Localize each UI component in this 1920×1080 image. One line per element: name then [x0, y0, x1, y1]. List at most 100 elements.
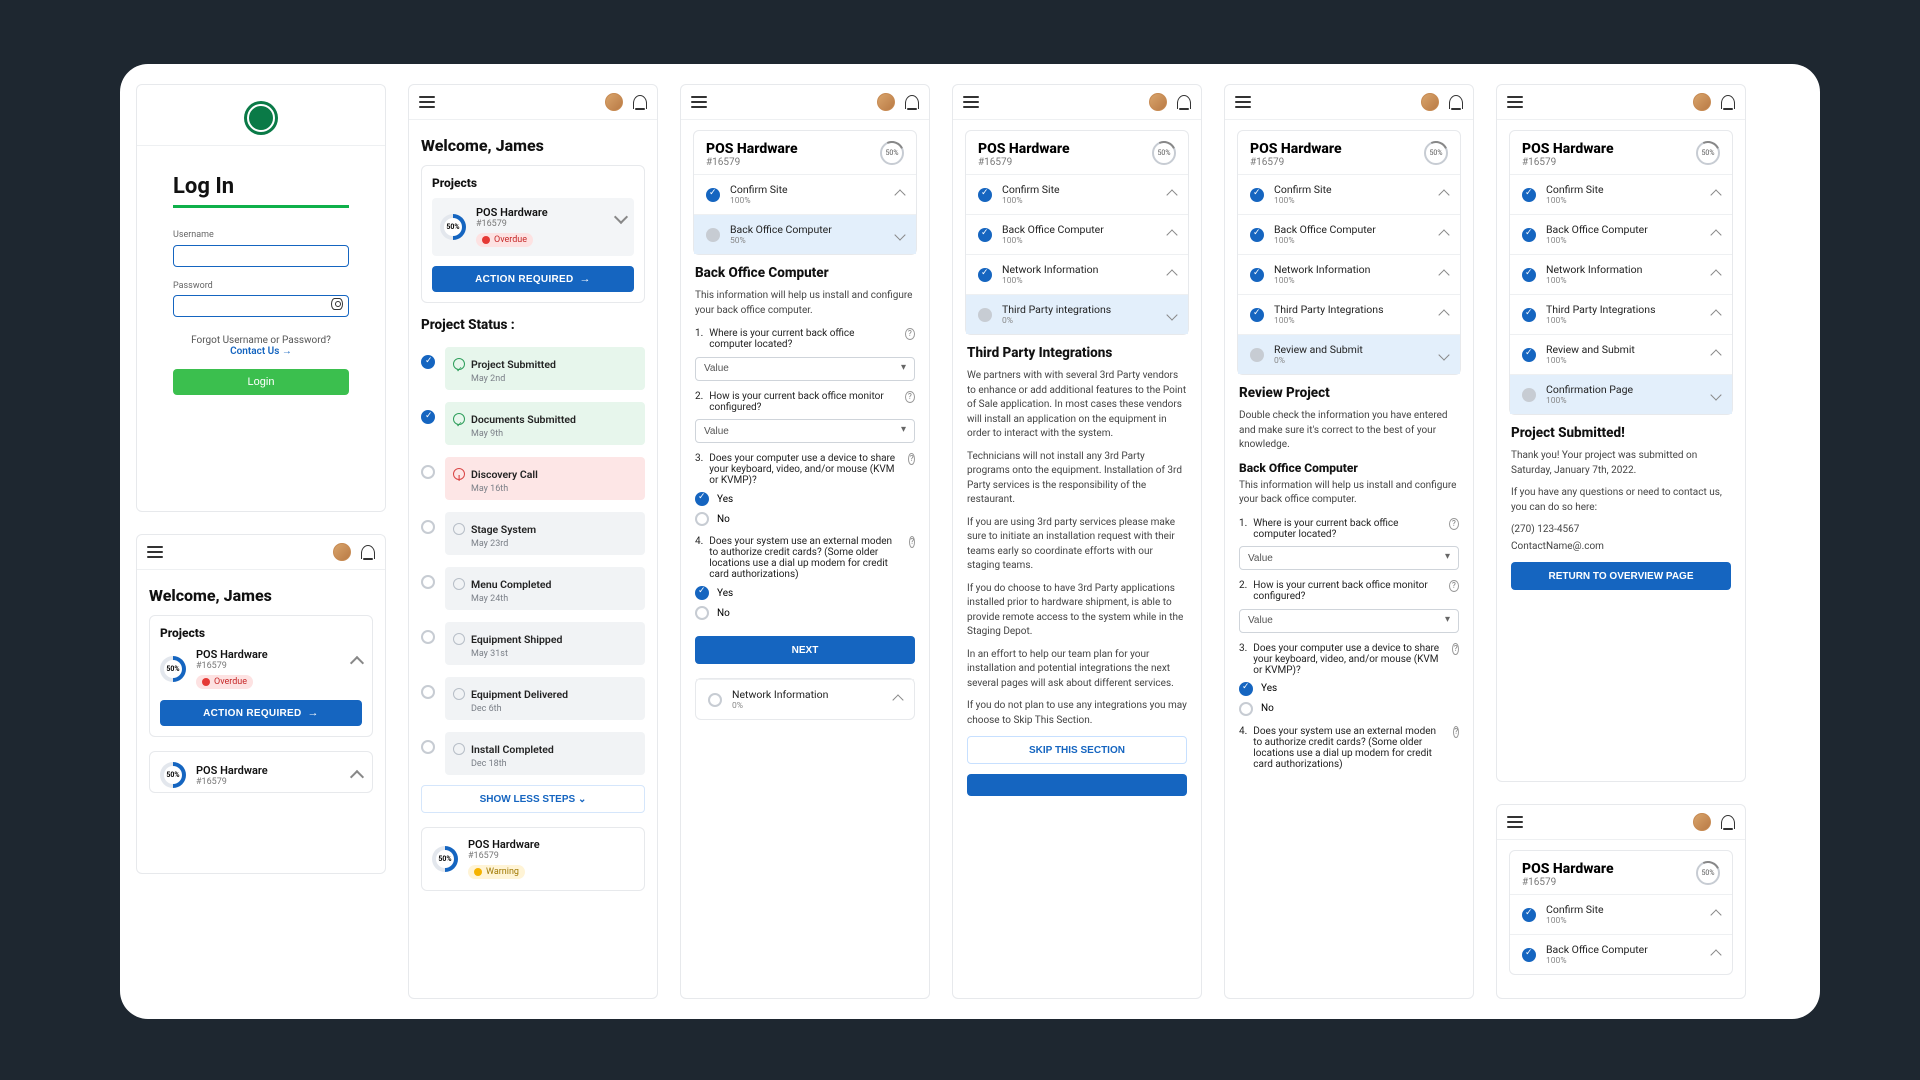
- project-name: POS Hardware: [196, 648, 268, 661]
- avatar[interactable]: [877, 93, 895, 111]
- status-step: Install CompletedDec 18th: [421, 726, 645, 781]
- help-icon[interactable]: ?: [909, 536, 915, 548]
- welcome-heading: Welcome, James: [421, 136, 645, 155]
- project-status-header: Project Status :: [421, 317, 645, 333]
- acc-back-office[interactable]: Back Office Computer100%: [966, 214, 1188, 254]
- return-overview-button[interactable]: RETURN TO OVERVIEW PAGE: [1511, 562, 1731, 590]
- acc-review[interactable]: Review and Submit0%: [1238, 334, 1460, 374]
- question-4: 4.Does your system use an external moden…: [695, 536, 915, 580]
- q2-select[interactable]: Value: [695, 419, 915, 443]
- project-row-warning[interactable]: 50% POS Hardware #16579 Warning: [432, 838, 634, 880]
- step-chip: Documents SubmittedMay 9th: [445, 402, 645, 445]
- avatar[interactable]: [1693, 813, 1711, 831]
- acc-network-info[interactable]: Network Information100%: [1238, 254, 1460, 294]
- step-chip: Stage SystemMay 23rd: [445, 512, 645, 555]
- help-icon[interactable]: ?: [1449, 580, 1459, 592]
- continue-button[interactable]: [967, 774, 1187, 796]
- bell-icon[interactable]: [1721, 95, 1735, 109]
- section-intro: This information will help us install an…: [695, 289, 915, 318]
- step-chip: Install CompletedDec 18th: [445, 732, 645, 775]
- contact-link[interactable]: Contact Us →: [173, 346, 349, 357]
- next-button[interactable]: NEXT: [695, 636, 915, 664]
- acc-confirm-site[interactable]: Confirm Site100%: [694, 174, 916, 214]
- action-required-button[interactable]: ACTION REQUIRED: [432, 266, 634, 292]
- step-dot-icon: [421, 465, 435, 479]
- bell-icon[interactable]: [905, 95, 919, 109]
- help-icon[interactable]: ?: [1452, 643, 1459, 655]
- acc-back-office[interactable]: Back Office Computer100%: [1510, 214, 1732, 254]
- password-input[interactable]: [173, 295, 349, 317]
- acc-confirm-site[interactable]: Confirm Site100%: [1510, 174, 1732, 214]
- forgot-link[interactable]: Forgot Username or Password?: [173, 335, 349, 346]
- submitted-screen: POS Hardware#16579 50% Confirm Site100% …: [1496, 84, 1746, 782]
- help-icon[interactable]: ?: [905, 328, 915, 340]
- menu-icon[interactable]: [419, 96, 435, 108]
- review-q1-select[interactable]: Value: [1239, 546, 1459, 570]
- acc-network-info[interactable]: Network Information100%: [1510, 254, 1732, 294]
- help-icon[interactable]: ?: [905, 391, 915, 403]
- brand-header: [137, 85, 385, 146]
- acc-tpi[interactable]: Third Party Integrations100%: [1238, 294, 1460, 334]
- bell-icon[interactable]: [361, 545, 375, 559]
- bell-icon[interactable]: [1721, 815, 1735, 829]
- avatar[interactable]: [333, 543, 351, 561]
- q3-yes[interactable]: Yes: [695, 492, 915, 506]
- chevron-down-icon: [614, 210, 628, 224]
- welcome-screen-collapsed: Welcome, James Projects 50% POS Hardware…: [136, 534, 386, 874]
- boc-form-screen: POS Hardware #16579 50% Confirm Site100%…: [680, 84, 930, 999]
- acc-tpi[interactable]: Third Party integrations0%: [966, 294, 1188, 334]
- menu-icon[interactable]: [147, 546, 163, 558]
- menu-icon[interactable]: [1507, 96, 1523, 108]
- step-state-icon: [453, 413, 465, 425]
- q3-no[interactable]: No: [695, 512, 915, 526]
- project-row-expanded[interactable]: 50% POS Hardware #16579 Overdue: [440, 206, 626, 248]
- acc-tpi[interactable]: Third Party Integrations100%: [1510, 294, 1732, 334]
- bell-icon[interactable]: [1177, 95, 1191, 109]
- avatar[interactable]: [1149, 93, 1167, 111]
- q4-no[interactable]: No: [695, 606, 915, 620]
- review-q3-no[interactable]: No: [1239, 702, 1459, 716]
- step-chip: Project SubmittedMay 2nd: [445, 347, 645, 390]
- avatar[interactable]: [605, 93, 623, 111]
- acc-confirmation[interactable]: Confirmation Page100%: [1510, 374, 1732, 414]
- avatar[interactable]: [1421, 93, 1439, 111]
- username-input[interactable]: [173, 245, 349, 267]
- status-step: Equipment ShippedMay 31st: [421, 616, 645, 671]
- bell-icon[interactable]: [633, 95, 647, 109]
- acc-confirm-site[interactable]: Confirm Site100%: [1510, 894, 1732, 934]
- menu-icon[interactable]: [963, 96, 979, 108]
- menu-icon[interactable]: [1235, 96, 1251, 108]
- help-icon[interactable]: ?: [1449, 518, 1459, 530]
- project-row-2[interactable]: 50% POS Hardware #16579: [160, 762, 362, 788]
- step-dot-icon: [421, 410, 435, 424]
- avatar[interactable]: [1693, 93, 1711, 111]
- bell-icon[interactable]: [1449, 95, 1463, 109]
- acc-confirm-site[interactable]: Confirm Site100%: [1238, 174, 1460, 214]
- help-icon[interactable]: ?: [908, 453, 915, 465]
- acc-back-office[interactable]: Back Office Computer50%: [694, 214, 916, 254]
- review-q2-select[interactable]: Value: [1239, 609, 1459, 633]
- project-row[interactable]: 50% POS Hardware #16579 Overdue: [160, 648, 362, 690]
- step-state-icon: [453, 468, 465, 480]
- login-button[interactable]: Login: [173, 369, 349, 395]
- acc-back-office[interactable]: Back Office Computer100%: [1510, 934, 1732, 974]
- eye-icon[interactable]: [331, 298, 343, 310]
- acc-review[interactable]: Review and Submit100%: [1510, 334, 1732, 374]
- q1-select[interactable]: Value: [695, 357, 915, 381]
- menu-icon[interactable]: [1507, 816, 1523, 828]
- q4-yes[interactable]: Yes: [695, 586, 915, 600]
- acc-confirm-site[interactable]: Confirm Site100%: [966, 174, 1188, 214]
- skip-section-button[interactable]: SKIP THIS SECTION: [967, 736, 1187, 764]
- help-icon[interactable]: ?: [1453, 726, 1459, 738]
- menu-icon[interactable]: [691, 96, 707, 108]
- review-q3-yes[interactable]: Yes: [1239, 682, 1459, 696]
- acc-network-info[interactable]: Network Information100%: [966, 254, 1188, 294]
- show-less-button[interactable]: SHOW LESS STEPS ⌄: [421, 785, 645, 813]
- acc-back-office[interactable]: Back Office Computer100%: [1238, 214, 1460, 254]
- username-label: Username: [173, 230, 349, 240]
- section-heading: Review Project: [1239, 385, 1459, 401]
- step-dot-icon: [421, 355, 435, 369]
- acc-network-info[interactable]: Network Information0%: [696, 679, 914, 719]
- section-heading: Project Submitted!: [1511, 425, 1731, 441]
- action-required-button[interactable]: ACTION REQUIRED: [160, 700, 362, 726]
